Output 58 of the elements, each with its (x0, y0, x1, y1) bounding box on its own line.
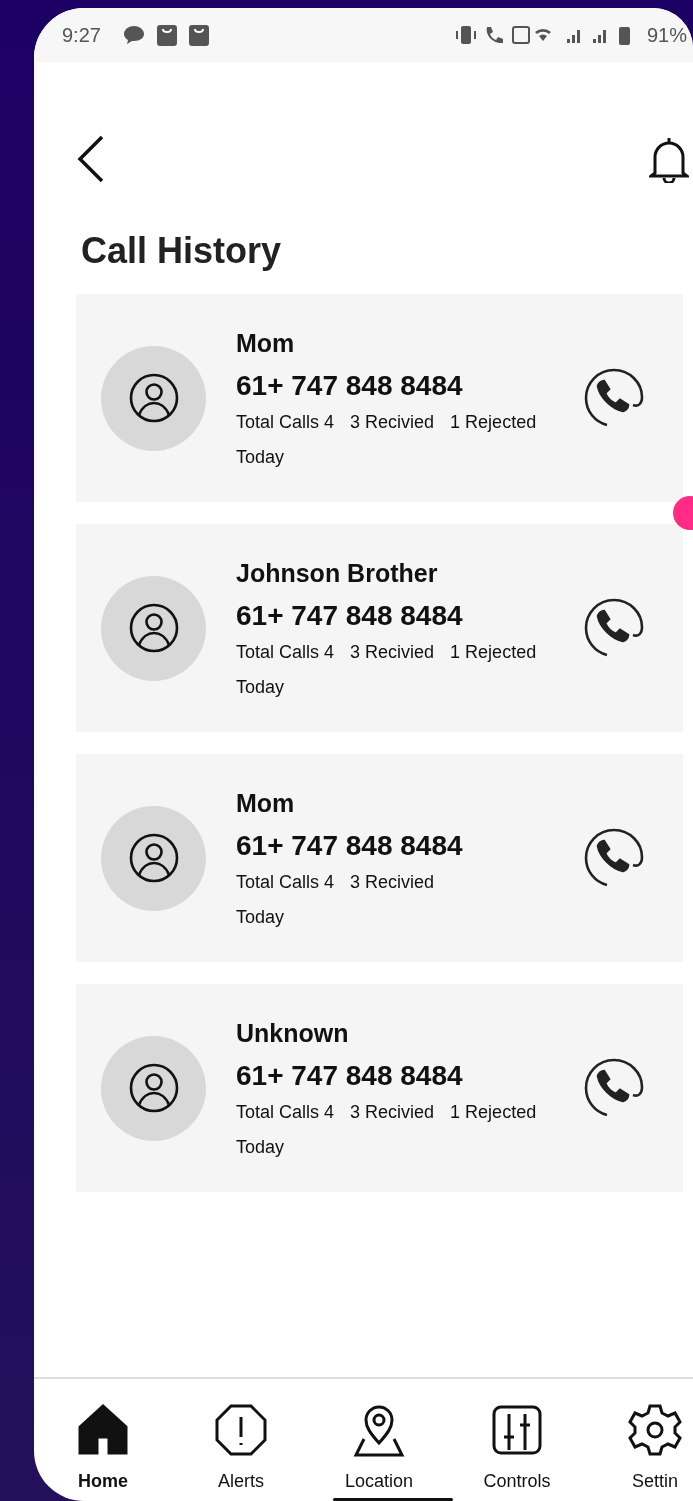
person-icon (127, 832, 180, 884)
call-stat: 1 Rejected (450, 1101, 537, 1123)
contact-name: Mom (236, 328, 296, 358)
call-stat: 3 Recivied (350, 641, 435, 663)
person-icon (127, 602, 180, 654)
call-button[interactable] (583, 1057, 645, 1119)
call-stat: 3 Recivied (350, 1101, 435, 1123)
home-icon (76, 1403, 130, 1457)
call-stat: Total Calls 4 (236, 871, 335, 893)
phone-number: 61+ 747 848 8484 (236, 369, 464, 402)
call-date: Today (236, 676, 286, 698)
bag-icon (188, 24, 209, 46)
phone-number: 61+ 747 848 8484 (236, 599, 464, 632)
nav-tab[interactable]: Settin (586, 1379, 693, 1501)
notifications-button[interactable] (649, 135, 689, 183)
call-stat: 3 Recivied (350, 871, 435, 893)
call-date: Today (236, 446, 286, 468)
person-icon (127, 1062, 180, 1114)
settings-icon (628, 1403, 682, 1457)
call-stat: 1 Rejected (450, 411, 537, 433)
sliders-icon (490, 1403, 544, 1457)
phone-number: 61+ 747 848 8484 (236, 829, 464, 862)
phone-icon (583, 597, 645, 659)
call-button[interactable] (583, 597, 645, 659)
nav-tab[interactable]: Controls (448, 1379, 586, 1501)
battery-percent: 91% (646, 23, 687, 47)
phone-icon (583, 827, 645, 889)
nav-tab[interactable]: Location (310, 1379, 448, 1501)
phone-icon (583, 1057, 645, 1119)
nav-tab[interactable]: Home (34, 1379, 172, 1501)
status-time: 9:27 (62, 23, 101, 47)
call-date: Today (236, 906, 286, 928)
call-stat: Total Calls 4 (236, 1101, 335, 1123)
call-date: Today (236, 1136, 286, 1158)
bell-icon (649, 135, 689, 183)
call-card[interactable]: Mom 61+ 747 848 8484 Total Calls 4 3 Recivied Today (76, 754, 683, 962)
call-button[interactable] (583, 367, 645, 429)
alert-icon (214, 1403, 268, 1457)
map-pin-icon (352, 1403, 406, 1457)
call-stat: Total Calls 4 (236, 411, 335, 433)
person-icon (127, 372, 180, 424)
bag-icon (156, 24, 177, 46)
back-button[interactable] (76, 134, 106, 184)
call-stat: 3 Recivied (350, 411, 435, 433)
contact-name: Johnson Brother (236, 558, 439, 588)
call-stat: Total Calls 4 (236, 641, 335, 663)
chat-icon (122, 25, 145, 45)
call-card[interactable]: Johnson Brother 61+ 747 848 8484 Total Calls 4 3 Recivied 1 Rejected Today (76, 524, 683, 732)
call-card[interactable]: Unknown 61+ 747 848 8484 Total Calls 4 3 Recivied 1 Rejected Today (76, 984, 683, 1192)
call-button[interactable] (583, 827, 645, 889)
call-stat: 1 Rejected (450, 641, 537, 663)
phone-icon (583, 367, 645, 429)
phone-number: 61+ 747 848 8484 (236, 1059, 464, 1092)
page-title: Call History (81, 230, 283, 272)
call-card[interactable]: Mom 61+ 747 848 8484 Total Calls 4 3 Recivied 1 Rejected Today (76, 294, 683, 502)
contact-name: Mom (236, 788, 296, 818)
nav-tab[interactable]: Alerts (172, 1379, 310, 1501)
contact-name: Unknown (236, 1018, 350, 1048)
